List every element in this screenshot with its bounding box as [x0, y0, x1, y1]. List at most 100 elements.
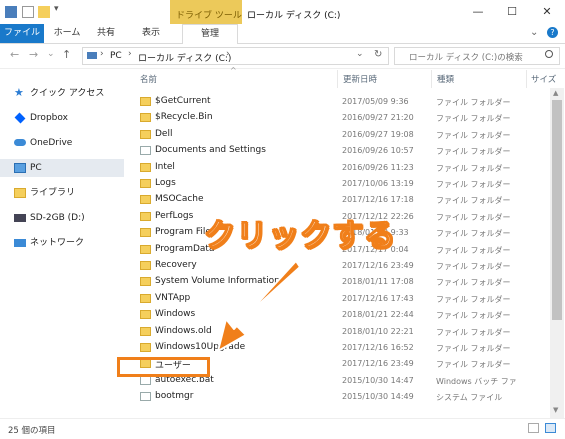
- file-row[interactable]: Dell 2016/09/27 19:08 ファイル フォルダー: [136, 127, 550, 143]
- address-dropdown-icon[interactable]: ⌄: [356, 49, 364, 59]
- dropbox-icon: [14, 112, 26, 123]
- sidebar-item-label: PC: [30, 163, 42, 173]
- sidebar-item-library[interactable]: ライブラリ: [14, 184, 126, 202]
- sidebar-item-label: Dropbox: [30, 113, 68, 123]
- drive-icon: [14, 213, 26, 222]
- file-name: $Recycle.Bin: [155, 112, 213, 123]
- ribbon-expand-icon[interactable]: ⌄: [530, 27, 538, 38]
- column-header-name[interactable]: 名前: [140, 73, 157, 85]
- folder-icon: [140, 179, 151, 188]
- tab-manage[interactable]: 管理: [182, 24, 238, 44]
- sidebar-item-label: クイック アクセス: [30, 88, 105, 99]
- address-bar[interactable]: › PC › ローカル ディスク (C:) › ⌄ ↻: [82, 47, 389, 65]
- sidebar-item-label: OneDrive: [30, 138, 73, 148]
- file-icon: [140, 392, 151, 402]
- breadcrumb-local-disk[interactable]: ローカル ディスク (C:): [138, 51, 231, 64]
- folder-icon: [140, 97, 151, 106]
- file-name: PerfLogs: [155, 210, 194, 221]
- file-type: ファイル フォルダー: [436, 98, 511, 107]
- sidebar-item-label: ライブラリ: [30, 188, 76, 198]
- file-name: MSOCache: [155, 194, 204, 205]
- back-button[interactable]: ←: [10, 48, 19, 61]
- column-header-type[interactable]: 種類: [437, 73, 454, 85]
- file-type: ファイル フォルダー: [436, 311, 511, 321]
- file-row[interactable]: $GetCurrent 2017/05/09 9:36 ファイル フォルダー: [136, 94, 550, 110]
- file-name: Dell: [155, 128, 173, 139]
- file-modified: 2017/12/16 16:52: [342, 343, 414, 352]
- minimize-button[interactable]: —: [461, 0, 495, 24]
- file-modified: 2016/09/26 11:23: [342, 162, 414, 172]
- scroll-down-icon[interactable]: ▼: [553, 406, 558, 414]
- file-row[interactable]: Logs 2017/10/06 13:19 ファイル フォルダー: [136, 176, 550, 192]
- properties-icon[interactable]: [22, 6, 34, 18]
- scrollbar-thumb[interactable]: [552, 100, 562, 320]
- file-type: ファイル フォルダー: [436, 196, 511, 206]
- tab-view[interactable]: 表示: [134, 24, 168, 43]
- up-button[interactable]: ↑: [62, 48, 71, 61]
- file-row[interactable]: Windows10Upgrade 2017/12/16 16:52 ファイル フォル…: [136, 340, 550, 356]
- column-divider[interactable]: [337, 70, 338, 88]
- context-tab-group-label: ドライブ ツール: [176, 11, 242, 21]
- tab-file[interactable]: ファイル: [0, 24, 44, 43]
- folder-icon: [140, 326, 151, 336]
- help-icon[interactable]: ?: [547, 27, 558, 38]
- file-name: $GetCurrent: [155, 96, 211, 106]
- refresh-icon[interactable]: ↻: [374, 49, 382, 60]
- maximize-button[interactable]: ☐: [495, 0, 529, 24]
- column-divider[interactable]: [526, 70, 527, 88]
- new-folder-icon[interactable]: [38, 6, 50, 18]
- file-type: ファイル フォルダー: [436, 212, 511, 222]
- sidebar-item-sd-card[interactable]: SD-2GB (D:): [14, 209, 126, 227]
- file-type: システム ファイル: [436, 393, 503, 403]
- search-input[interactable]: ローカル ディスク (C:)の検索: [394, 47, 560, 65]
- file-row[interactable]: bootmgr 2015/10/30 14:49 システム ファイル: [136, 389, 550, 405]
- sidebar-item-pc[interactable]: PC: [0, 159, 124, 177]
- file-row[interactable]: System Volume Information 2018/01/11 17:0…: [136, 274, 550, 290]
- sort-indicator-icon: ^: [230, 66, 237, 75]
- file-type: ファイル フォルダー: [436, 344, 511, 353]
- file-row[interactable]: $Recycle.Bin 2016/09/27 21:20 ファイル フォルダー: [136, 110, 550, 126]
- file-row[interactable]: Windows.old 2018/01/10 22:21 ファイル フォルダー: [136, 324, 550, 340]
- folder-icon: [140, 343, 151, 352]
- file-modified: 2017/12/16 17:43: [342, 293, 414, 303]
- quick-access-dropdown-icon[interactable]: ▾: [54, 4, 59, 14]
- sidebar-item-quick-access[interactable]: ★ クイック アクセス: [14, 84, 126, 102]
- recent-locations-icon[interactable]: ⌄: [47, 49, 55, 59]
- tab-share[interactable]: 共有: [92, 24, 120, 43]
- column-header-modified[interactable]: 更新日時: [343, 73, 377, 85]
- file-row[interactable]: Recovery 2017/12/16 23:49 ファイル フォルダー: [136, 258, 550, 274]
- file-type: ファイル フォルダー: [436, 262, 511, 271]
- file-name: Intel: [155, 161, 175, 172]
- sidebar-item-dropbox[interactable]: Dropbox: [14, 109, 126, 127]
- sidebar-item-network[interactable]: ネットワーク: [14, 234, 126, 252]
- file-name: Recovery: [155, 260, 197, 270]
- sidebar-item-onedrive[interactable]: OneDrive: [14, 134, 126, 152]
- file-type: ファイル フォルダー: [436, 294, 511, 304]
- file-row[interactable]: Windows 2018/01/21 22:44 ファイル フォルダー: [136, 307, 550, 323]
- breadcrumb-pc[interactable]: PC: [110, 51, 122, 61]
- file-type: ファイル フォルダー: [436, 180, 511, 189]
- folder-icon: [140, 113, 151, 123]
- file-row[interactable]: VNTApp 2017/12/16 17:43 ファイル フォルダー: [136, 291, 550, 307]
- highlight-box: [117, 357, 210, 377]
- forward-button[interactable]: →: [29, 48, 38, 61]
- file-modified: 2016/09/27 19:08: [342, 129, 414, 139]
- close-button[interactable]: ✕: [530, 0, 564, 24]
- file-type: Windows バッチ ファ: [436, 376, 517, 386]
- shortcut-folder-icon: [140, 146, 151, 156]
- tab-home[interactable]: ホーム: [48, 24, 86, 43]
- window-title: ローカル ディスク (C:): [247, 11, 341, 21]
- file-row[interactable]: Intel 2016/09/26 11:23 ファイル フォルダー: [136, 160, 550, 176]
- details-view-icon[interactable]: [528, 423, 539, 433]
- column-divider[interactable]: [431, 70, 432, 88]
- file-row[interactable]: MSOCache 2017/12/16 17:18 ファイル フォルダー: [136, 192, 550, 208]
- navigation-pane: ★ クイック アクセス Dropbox OneDrive PC ライブラリ SD-…: [0, 69, 128, 417]
- folder-icon: [140, 261, 151, 270]
- column-header-size[interactable]: サイズ: [531, 73, 556, 85]
- file-type: ファイル フォルダー: [436, 245, 511, 255]
- scroll-up-icon[interactable]: ▲: [553, 89, 558, 97]
- file-modified: 2017/10/06 13:19: [342, 179, 414, 188]
- item-count: 25 個の項目: [8, 426, 56, 436]
- large-icons-view-icon[interactable]: [545, 423, 556, 433]
- file-row[interactable]: Documents and Settings 2016/09/26 10:57 ファ…: [136, 143, 550, 159]
